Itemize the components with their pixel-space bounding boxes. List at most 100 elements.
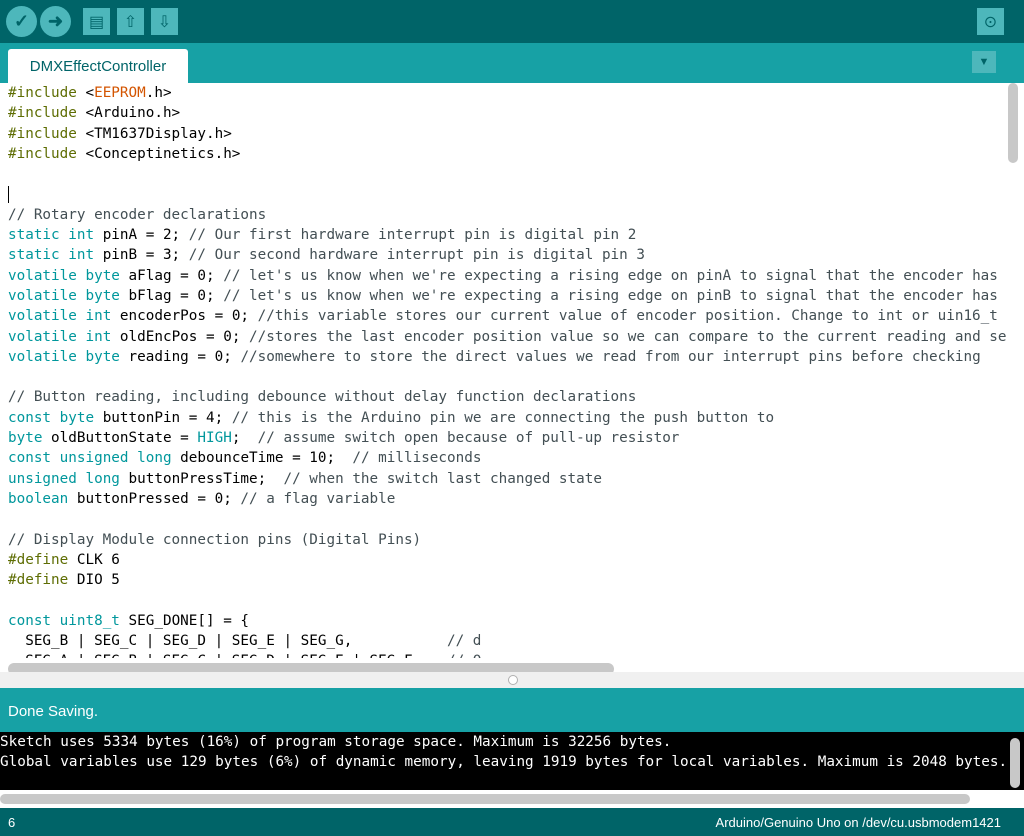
console-output[interactable]: Sketch uses 5334 bytes (16%) of program … bbox=[0, 732, 1024, 790]
code-token: const bbox=[8, 450, 52, 467]
code-token: SEG_DONE[] = { bbox=[119, 612, 250, 629]
code-line: static int pinB = 3; // Our second hardw… bbox=[8, 245, 1006, 265]
code-token: // Rotary encoder declarations bbox=[8, 206, 267, 223]
code-token: buttonPin = 4; bbox=[94, 409, 232, 426]
tab-bar: DMXEffectController ▼ bbox=[0, 43, 1024, 83]
code-token: bFlag = 0; bbox=[119, 287, 224, 304]
code-token: // milliseconds bbox=[352, 450, 482, 467]
code-editor[interactable]: #include <EEPROM.h> #include <Arduino.h> #… bbox=[0, 83, 1024, 687]
code-token: #include bbox=[8, 105, 77, 122]
code-token: long bbox=[137, 450, 172, 467]
status-message: Done Saving. bbox=[8, 703, 99, 720]
serial-monitor-button[interactable]: ⊙ bbox=[977, 8, 1004, 35]
tab-menu-button[interactable]: ▼ bbox=[972, 51, 996, 73]
code-token: //somewhere to store the direct values w… bbox=[240, 348, 981, 365]
open-button[interactable]: ⇧ bbox=[117, 8, 144, 35]
code-token: static bbox=[8, 247, 60, 264]
editor-vertical-scroll-thumb[interactable] bbox=[1008, 83, 1018, 163]
verify-button[interactable]: ✓ bbox=[6, 6, 37, 37]
arrow-up-icon: ⇧ bbox=[123, 13, 138, 31]
code-token: //stores the last encoder position value… bbox=[249, 328, 1006, 345]
code-token: volatile bbox=[8, 328, 77, 345]
code-token: unsigned bbox=[59, 450, 129, 467]
arrow-right-icon: ➜ bbox=[47, 11, 64, 31]
code-token: <Arduino.h> bbox=[76, 105, 181, 122]
code-token: // Our first hardware interrupt pin is d… bbox=[188, 227, 637, 244]
code-token: volatile bbox=[8, 267, 77, 284]
code-token: volatile bbox=[8, 348, 77, 365]
code-token: #include bbox=[8, 145, 77, 162]
console-vertical-scrollbar[interactable] bbox=[1010, 738, 1020, 788]
code-token: byte bbox=[85, 267, 120, 284]
editor-vertical-scrollbar[interactable] bbox=[1008, 83, 1018, 658]
code-line: #include <Conceptinetics.h> bbox=[8, 144, 1006, 164]
code-token: SEG_B | SEG_C | SEG_D | SEG_E | SEG_G, bbox=[8, 633, 447, 650]
code-line: byte oldButtonState = HIGH; // assume sw… bbox=[8, 428, 1006, 448]
code-token: long bbox=[85, 470, 120, 487]
code-token: #include bbox=[8, 125, 77, 142]
code-token: //this variable stores our current value… bbox=[257, 308, 998, 325]
code-token: const bbox=[8, 409, 52, 426]
code-line: volatile int encoderPos = 0; //this vari… bbox=[8, 306, 1006, 326]
code-token: SEG_A | SEG_B | SEG_C | SEG_D | SEG_E | … bbox=[8, 653, 447, 658]
pane-divider[interactable] bbox=[0, 672, 1024, 688]
code-token: buttonPressed = 0; bbox=[68, 490, 241, 507]
code-token: reading = 0; bbox=[119, 348, 241, 365]
code-token: byte bbox=[85, 348, 120, 365]
console-horizontal-scrollbar[interactable] bbox=[0, 794, 970, 804]
save-button[interactable]: ⇩ bbox=[151, 8, 178, 35]
upload-button[interactable]: ➜ bbox=[40, 6, 71, 37]
code-area[interactable]: #include <EEPROM.h> #include <Arduino.h> #… bbox=[8, 83, 1006, 658]
code-line: boolean buttonPressed = 0; // a flag var… bbox=[8, 489, 1006, 509]
code-token: aFlag = 0; bbox=[119, 267, 224, 284]
code-token: #define bbox=[8, 572, 69, 589]
board-port-label: Arduino/Genuino Uno on /dev/cu.usbmodem1… bbox=[715, 815, 1001, 830]
code-token: byte bbox=[59, 409, 95, 426]
line-number: 6 bbox=[8, 815, 16, 830]
code-line: SEG_A | SEG_B | SEG_C | SEG_D | SEG_E | … bbox=[8, 651, 1006, 658]
code-line: volatile byte bFlag = 0; // let's us kno… bbox=[8, 286, 1006, 306]
tab-label: DMXEffectController bbox=[29, 57, 167, 75]
code-token: pinB = 3; bbox=[94, 247, 189, 264]
code-line: // Rotary encoder declarations bbox=[8, 205, 1006, 225]
code-token: const bbox=[8, 612, 52, 629]
code-token: debounceTime = 10; bbox=[171, 450, 353, 467]
code-token: // a flag variable bbox=[240, 490, 396, 507]
tab-dmxeffectcontroller[interactable]: DMXEffectController bbox=[8, 49, 188, 83]
code-token: uint8_t bbox=[59, 612, 120, 629]
new-button[interactable]: ▤ bbox=[83, 8, 110, 35]
code-token: // let's us know when we're expecting a … bbox=[223, 267, 998, 284]
code-token: oldButtonState = bbox=[42, 430, 198, 447]
code-line: const unsigned long debounceTime = 10; /… bbox=[8, 448, 1006, 468]
code-token: // Our second hardware interrupt pin is … bbox=[188, 247, 645, 264]
code-token: <TM1637Display.h> bbox=[76, 125, 232, 142]
code-token: // this is the Arduino pin we are connec… bbox=[231, 409, 775, 426]
code-token: // let's us know when we're expecting a … bbox=[223, 287, 998, 304]
magnifier-icon: ⊙ bbox=[983, 13, 998, 31]
code-token: // Display Module connection pins (Digit… bbox=[8, 531, 422, 548]
code-token: unsigned bbox=[8, 470, 77, 487]
code-token: CLK 6 bbox=[68, 551, 120, 568]
code-token: boolean bbox=[8, 490, 69, 507]
code-token: ; bbox=[231, 430, 258, 447]
code-token: // when the switch last changed state bbox=[283, 470, 602, 487]
code-line: volatile int oldEncPos = 0; //stores the… bbox=[8, 327, 1006, 347]
code-token: byte bbox=[8, 430, 43, 447]
code-token: int bbox=[85, 308, 112, 325]
code-line: const byte buttonPin = 4; // this is the… bbox=[8, 408, 1006, 428]
footer-bar: 6 Arduino/Genuino Uno on /dev/cu.usbmode… bbox=[0, 808, 1024, 836]
code-line: const uint8_t SEG_DONE[] = { bbox=[8, 611, 1006, 631]
console-line: Sketch uses 5334 bytes (16%) of program … bbox=[0, 734, 672, 750]
divider-handle-icon[interactable] bbox=[508, 675, 518, 685]
toolbar: ✓ ➜ ▤ ⇧ ⇩ ⊙ bbox=[0, 0, 1024, 43]
code-line: SEG_B | SEG_C | SEG_D | SEG_E | SEG_G, /… bbox=[8, 631, 1006, 651]
code-token: int bbox=[85, 328, 112, 345]
